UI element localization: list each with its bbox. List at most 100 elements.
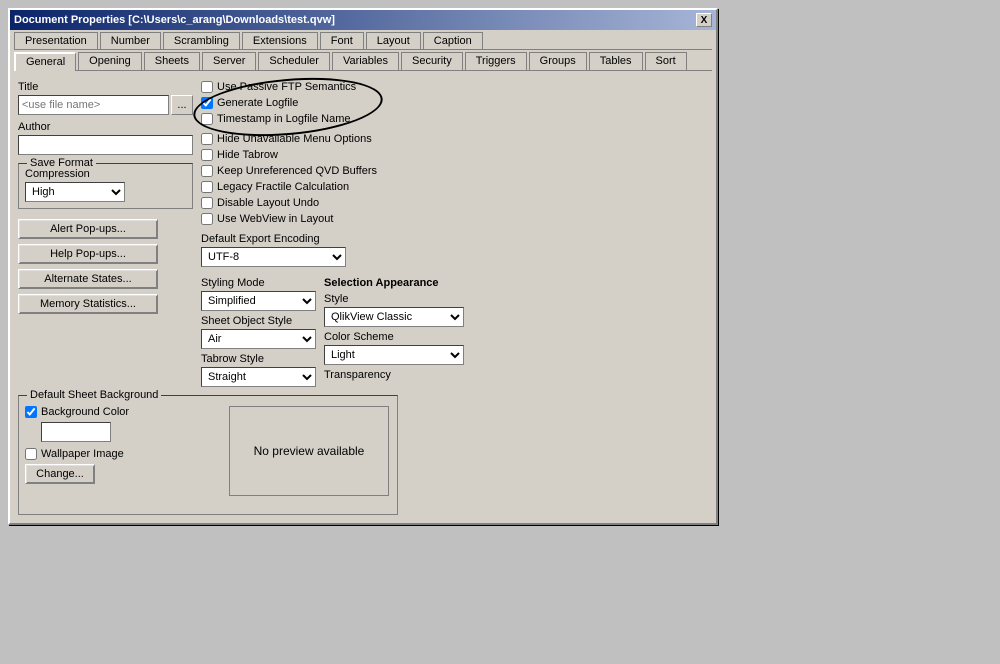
cb-hide-unavailable: Hide Unavailable Menu Options	[201, 133, 708, 145]
styling-selection-row: Styling Mode Simplified Sheet Object Sty…	[201, 277, 708, 387]
use-webview-checkbox[interactable]	[201, 213, 213, 225]
wallpaper-checkbox[interactable]	[25, 448, 37, 460]
color-scheme-select[interactable]: Light	[324, 345, 464, 365]
left-panel: Title ... Author Save Format Compression…	[18, 81, 193, 387]
window-title: Document Properties [C:\Users\c_arang\Do…	[14, 14, 696, 26]
tab-opening[interactable]: Opening	[78, 52, 142, 70]
no-preview-text: No preview available	[254, 444, 365, 458]
hide-unavailable-label: Hide Unavailable Menu Options	[217, 133, 372, 145]
tab-font[interactable]: Font	[320, 32, 364, 49]
tab-extensions[interactable]: Extensions	[242, 32, 318, 49]
preview-area: No preview available	[229, 406, 389, 496]
author-label: Author	[18, 121, 193, 133]
right-panel: Use Passive FTP Semantics Generate Logfi…	[201, 81, 708, 387]
tab-presentation[interactable]: Presentation	[14, 32, 98, 49]
tabrow-select[interactable]: Straight	[201, 367, 316, 387]
sheet-object-label: Sheet Object Style	[201, 315, 316, 327]
cb-timestamp-logfile: Timestamp in Logfile Name	[201, 113, 708, 125]
use-webview-label: Use WebView in Layout	[217, 213, 333, 225]
color-scheme-label: Color Scheme	[324, 331, 464, 343]
selection-appearance-group: Selection Appearance Style QlikView Clas…	[324, 277, 464, 387]
use-passive-ftp-checkbox[interactable]	[201, 81, 213, 93]
checkboxes-area: Use Passive FTP Semantics Generate Logfi…	[201, 81, 708, 125]
bg-groupbox: Default Sheet Background Background Colo…	[18, 395, 398, 515]
tab-layout[interactable]: Layout	[366, 32, 421, 49]
tab-general[interactable]: General	[14, 52, 76, 71]
styling-group: Styling Mode Simplified Sheet Object Sty…	[201, 277, 316, 387]
export-encoding-group: Default Export Encoding UTF-8	[201, 233, 708, 267]
hide-tabrow-checkbox[interactable]	[201, 149, 213, 161]
tab-tables[interactable]: Tables	[589, 52, 643, 70]
compression-select[interactable]: High	[25, 182, 125, 202]
tab-scheduler[interactable]: Scheduler	[258, 52, 330, 70]
tab-scrambling[interactable]: Scrambling	[163, 32, 240, 49]
keep-unreferenced-checkbox[interactable]	[201, 165, 213, 177]
buttons-group: Alert Pop-ups... Help Pop-ups... Alterna…	[18, 219, 193, 314]
title-input[interactable]	[18, 95, 169, 115]
generate-logfile-label: Generate Logfile	[217, 97, 298, 109]
legacy-fractile-checkbox[interactable]	[201, 181, 213, 193]
timestamp-logfile-checkbox[interactable]	[201, 113, 213, 125]
change-button[interactable]: Change...	[25, 464, 95, 484]
use-passive-ftp-label: Use Passive FTP Semantics	[217, 81, 356, 93]
bg-color-label: Background Color	[41, 406, 129, 418]
save-format-group: Save Format Compression High	[18, 163, 193, 209]
cb-keep-unreferenced: Keep Unreferenced QVD Buffers	[201, 165, 708, 177]
legacy-fractile-label: Legacy Fractile Calculation	[217, 181, 349, 193]
cb-use-passive-ftp: Use Passive FTP Semantics	[201, 81, 708, 93]
memory-statistics-button[interactable]: Memory Statistics...	[18, 294, 158, 314]
cb-legacy-fractile: Legacy Fractile Calculation	[201, 181, 708, 193]
wallpaper-label: Wallpaper Image	[41, 448, 124, 460]
help-popups-button[interactable]: Help Pop-ups...	[18, 244, 158, 264]
transparency-label: Transparency	[324, 369, 464, 381]
hide-tabrow-label: Hide Tabrow	[217, 149, 278, 161]
style-label: Style	[324, 293, 464, 305]
title-row: ...	[18, 95, 193, 115]
browse-button[interactable]: ...	[171, 95, 193, 115]
main-window: Document Properties [C:\Users\c_arang\Do…	[8, 8, 718, 525]
tabs-row2: General Opening Sheets Server Scheduler …	[10, 50, 716, 70]
export-encoding-select[interactable]: UTF-8	[201, 247, 346, 267]
tab-number[interactable]: Number	[100, 32, 161, 49]
styling-mode-select[interactable]: Simplified	[201, 291, 316, 311]
save-format-legend: Save Format	[27, 157, 96, 169]
tab-triggers[interactable]: Triggers	[465, 52, 527, 70]
color-swatch[interactable]	[41, 422, 111, 442]
tab-variables[interactable]: Variables	[332, 52, 399, 70]
tab-caption[interactable]: Caption	[423, 32, 483, 49]
sheet-object-select[interactable]: Air	[201, 329, 316, 349]
selection-appearance-title: Selection Appearance	[324, 277, 464, 289]
alert-popups-button[interactable]: Alert Pop-ups...	[18, 219, 158, 239]
cb-hide-tabrow: Hide Tabrow	[201, 149, 708, 161]
close-button[interactable]: X	[696, 13, 712, 27]
disable-layout-undo-label: Disable Layout Undo	[217, 197, 319, 209]
author-input-box	[18, 135, 193, 155]
bottom-section: Default Sheet Background Background Colo…	[10, 395, 716, 523]
tab-server[interactable]: Server	[202, 52, 256, 70]
tab-sort[interactable]: Sort	[645, 52, 687, 70]
cb-generate-logfile: Generate Logfile	[201, 97, 708, 109]
tab-security[interactable]: Security	[401, 52, 463, 70]
tabrow-label: Tabrow Style	[201, 353, 316, 365]
alternate-states-button[interactable]: Alternate States...	[18, 269, 158, 289]
disable-layout-undo-checkbox[interactable]	[201, 197, 213, 209]
tabs-row1: Presentation Number Scrambling Extension…	[10, 30, 716, 49]
title-group: Title ...	[18, 81, 193, 115]
generate-logfile-checkbox[interactable]	[201, 97, 213, 109]
title-bar: Document Properties [C:\Users\c_arang\Do…	[10, 10, 716, 30]
tab-groups[interactable]: Groups	[529, 52, 587, 70]
bg-color-checkbox[interactable]	[25, 406, 37, 418]
tab-sheets[interactable]: Sheets	[144, 52, 200, 70]
content-area: Title ... Author Save Format Compression…	[10, 73, 716, 395]
compression-label: Compression	[25, 168, 186, 180]
timestamp-logfile-label: Timestamp in Logfile Name	[217, 113, 350, 125]
keep-unreferenced-label: Keep Unreferenced QVD Buffers	[217, 165, 377, 177]
author-group: Author	[18, 121, 193, 155]
bg-legend: Default Sheet Background	[27, 389, 161, 401]
hide-unavailable-checkbox[interactable]	[201, 133, 213, 145]
cb-disable-layout-undo: Disable Layout Undo	[201, 197, 708, 209]
cb-use-webview: Use WebView in Layout	[201, 213, 708, 225]
style-select[interactable]: QlikView Classic	[324, 307, 464, 327]
export-encoding-label: Default Export Encoding	[201, 233, 708, 245]
title-label: Title	[18, 81, 193, 93]
